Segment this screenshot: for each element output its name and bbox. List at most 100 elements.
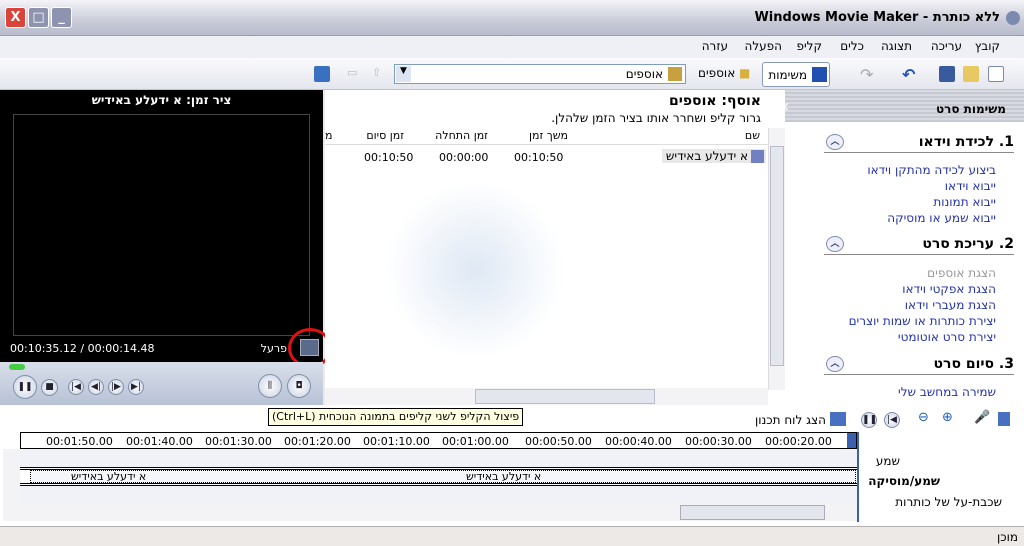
collapse-icon[interactable]: ︿ — [826, 134, 844, 150]
track-label-audio[interactable]: שמע — [876, 454, 900, 468]
timeline: 🎤 ⊕ ⊖ |◀ ❚❚ הצג לוח תכנון פיצול הקליפ לש… — [0, 405, 1024, 526]
window-title: ללא כותרת - Windows Movie Maker — [754, 10, 1000, 25]
track-divider — [857, 432, 859, 522]
task-link[interactable]: ייבוא וידאו — [945, 179, 996, 193]
scroll-thumb[interactable] — [770, 146, 784, 366]
open-icon[interactable] — [963, 66, 979, 82]
menu-file[interactable]: קובץ — [975, 39, 1000, 53]
seek-slider[interactable] — [9, 364, 25, 370]
tooltip: פיצול הקליפ לשני קליפים בתמונה הנוכחית (… — [268, 408, 524, 426]
tick-label: 00:01:30.00 — [205, 435, 272, 448]
section-edit[interactable]: 2. עריכת סרט ︿ — [824, 236, 1014, 255]
timeline-clip[interactable]: א ידעלע באידיש א ידעלע באידיש — [30, 470, 856, 483]
column-start[interactable]: זמן התחלה — [435, 129, 488, 142]
task-link[interactable]: הצגת מעברי וידאו — [905, 298, 996, 312]
movie-tasks-pane: משימות סרט × 1. לכידת וידאו ︿ ביצוע לכידה… — [779, 90, 1024, 405]
section-title: 3. סיום סרט — [933, 356, 1014, 372]
status-text: מוכן — [996, 530, 1018, 544]
timeline-hscroll[interactable] — [20, 504, 857, 521]
column-headers: שם משך זמן זמן התחלה זמן סיום מ — [325, 128, 768, 145]
tick-label: 00:01:10.00 — [363, 435, 430, 448]
task-link[interactable]: יצירת כותרות או שמות יוצרים — [849, 314, 996, 328]
tick-label: 00:01:50.00 — [46, 435, 113, 448]
task-link[interactable]: הצגת אוספים — [927, 266, 996, 280]
video-screen — [13, 114, 310, 336]
collection-select-value: אוספים — [625, 67, 663, 81]
next-frame-button[interactable]: |▶ — [108, 379, 124, 395]
task-link[interactable]: יצירת סרט אוטומטי — [898, 330, 996, 344]
task-link[interactable]: שמירה במחשב שלי — [898, 385, 996, 399]
show-storyboard-button[interactable]: הצג לוח תכנון — [755, 413, 826, 427]
play-timeline-button[interactable]: ❚❚ — [861, 412, 877, 428]
menu-view[interactable]: תצוגה — [881, 39, 912, 53]
collections-label: אוספים — [698, 66, 736, 80]
collection-icon — [668, 67, 682, 81]
menu-edit[interactable]: עריכה — [931, 39, 962, 53]
timeline-toggle-icon[interactable] — [998, 412, 1010, 426]
zoom-out-icon[interactable]: ⊖ — [918, 410, 929, 425]
collections-button[interactable]: ■ אוספים — [698, 66, 750, 80]
h-scroll-thumb[interactable] — [475, 389, 655, 404]
pause-button[interactable]: ❚❚ — [13, 375, 37, 399]
redo-icon[interactable]: ↷ — [860, 65, 873, 84]
playhead[interactable] — [847, 433, 856, 448]
new-icon[interactable] — [988, 66, 1004, 82]
save-icon[interactable] — [939, 66, 955, 82]
take-picture-button[interactable]: ◘ — [287, 374, 311, 398]
taskpane-title: משימות סרט — [935, 102, 1006, 116]
narrate-icon[interactable]: 🎤 — [974, 410, 990, 425]
vertical-scrollbar[interactable] — [768, 128, 785, 390]
timeline-scroll-thumb[interactable] — [680, 505, 825, 520]
chevron-down-icon: ▼ — [396, 66, 411, 82]
tasks-button[interactable]: משימות — [762, 62, 830, 87]
maximize-button[interactable]: □ — [28, 7, 49, 28]
split-clip-button[interactable]: ⫼ — [258, 374, 282, 398]
menu-help[interactable]: עזרה — [702, 39, 728, 53]
task-link[interactable]: ייבוא תמונות — [933, 195, 996, 209]
section-title: 2. עריכת סרט — [922, 236, 1014, 252]
horizontal-scrollbar[interactable] — [325, 388, 768, 405]
rewind-button[interactable]: |◀ — [884, 412, 900, 428]
menu-tools[interactable]: כלים — [840, 39, 864, 53]
task-link[interactable]: ייבוא שמע או מוסיקה — [887, 211, 996, 225]
menu-clip[interactable]: קליפ — [796, 39, 822, 53]
undo-icon[interactable]: ↶ — [902, 65, 915, 84]
next-button[interactable]: ▶| — [128, 379, 144, 395]
collapse-icon[interactable]: ︿ — [826, 356, 844, 372]
close-button[interactable]: X — [5, 7, 26, 28]
menu-play[interactable]: הפעלה — [744, 39, 782, 53]
section-title: 1. לכידת וידאו — [918, 134, 1014, 150]
taskpane-header: משימות סרט × — [779, 90, 1024, 122]
column-name[interactable]: שם — [745, 129, 760, 142]
zoom-in-icon[interactable]: ⊕ — [942, 410, 953, 425]
tick-label: 00:01:00.00 — [442, 435, 509, 448]
collection-select[interactable]: ▼ אוספים — [394, 64, 686, 84]
section-finish[interactable]: 3. סיום סרט ︿ — [824, 356, 1014, 375]
column-more[interactable]: מ — [325, 129, 332, 142]
audio-clip-icon — [751, 150, 764, 163]
watermark-icon — [385, 180, 565, 360]
task-link[interactable]: הצגת אפקטי וידאו — [902, 282, 996, 296]
menu-bar: קובץ עריכה תצוגה כלים קליפ הפעלה עזרה — [0, 36, 1024, 58]
column-end[interactable]: זמן סיום — [366, 129, 404, 142]
previous-button[interactable]: |◀ — [68, 379, 84, 395]
timeline-vscroll[interactable] — [3, 449, 20, 521]
up-icon[interactable]: ⇧ — [372, 66, 381, 79]
minimize-button[interactable]: _ — [51, 7, 72, 28]
task-link[interactable]: ביצוע לכידה מהתקן וידאו — [867, 163, 996, 177]
title-bar: X □ _ ללא כותרת - Windows Movie Maker — [0, 0, 1024, 36]
previous-frame-button[interactable]: ◀| — [88, 379, 104, 395]
views-icon[interactable] — [314, 66, 330, 82]
column-duration[interactable]: משך זמן — [529, 129, 568, 142]
stop-button[interactable]: ■ — [41, 379, 58, 396]
time-ruler[interactable]: 00:01:50.00 00:01:40.00 00:01:30.00 00:0… — [20, 432, 857, 449]
new-folder-icon[interactable]: ▭ — [347, 66, 357, 79]
track-label-music[interactable]: שמע/מוסיקה — [868, 474, 940, 488]
table-row[interactable]: א ידעלע באידיש 00:10:50 00:00:00 00:10:5… — [325, 148, 768, 166]
track-label-titles[interactable]: שכבת-על של כותרות — [895, 495, 1002, 509]
collapse-icon[interactable]: ︿ — [826, 236, 844, 252]
clip-duration: 00:10:50 — [514, 151, 564, 164]
section-capture[interactable]: 1. לכידת וידאו ︿ — [824, 134, 1014, 153]
tasks-icon — [812, 67, 827, 82]
close-icon[interactable]: × — [779, 100, 790, 115]
